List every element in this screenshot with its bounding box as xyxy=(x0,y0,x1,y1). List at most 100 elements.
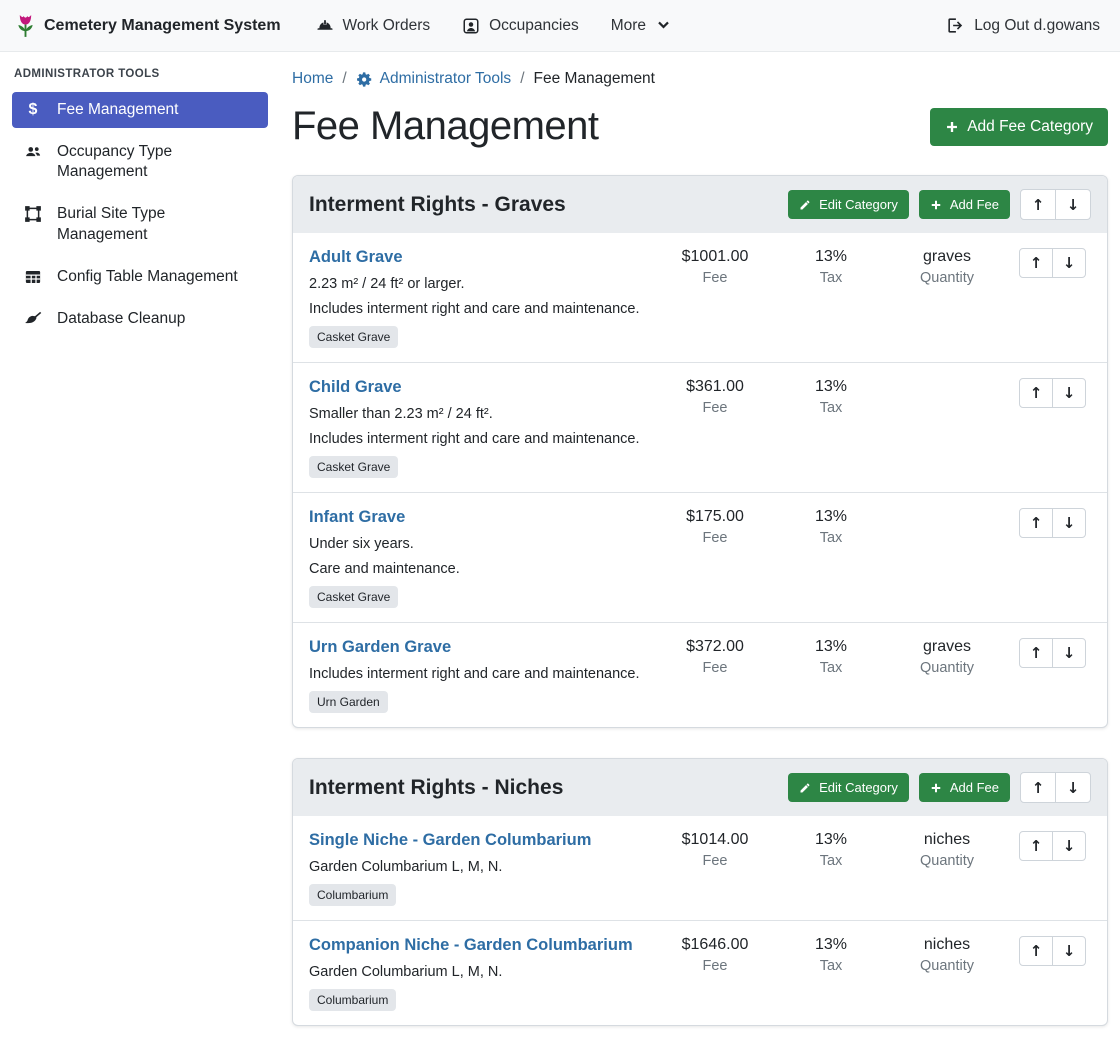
fee-amount-column: $1014.00 Fee xyxy=(657,831,773,869)
fee-name-link[interactable]: Infant Grave xyxy=(309,508,405,527)
nav-more[interactable]: More xyxy=(598,9,683,43)
category-header: Interment Rights - Niches Edit Category … xyxy=(293,759,1107,816)
fee-name-link[interactable]: Adult Grave xyxy=(309,248,403,267)
breadcrumb-separator: / xyxy=(520,70,524,88)
sidebar-item-fee-management[interactable]: $ Fee Management xyxy=(12,92,268,128)
arrow-up-icon: ↑ xyxy=(1030,514,1043,532)
arrow-down-icon: ↓ xyxy=(1063,514,1076,532)
arrow-down-icon: ↓ xyxy=(1067,196,1080,214)
fee-amount: $1001.00 xyxy=(657,248,773,266)
add-fee-button[interactable]: Add Fee xyxy=(919,190,1010,219)
edit-category-label: Edit Category xyxy=(819,197,898,212)
fee-name-link[interactable]: Single Niche - Garden Columbarium xyxy=(309,831,591,850)
edit-category-button[interactable]: Edit Category xyxy=(788,773,909,802)
table-icon xyxy=(22,268,44,286)
fee-quantity-column: niches Quantity xyxy=(889,831,1005,869)
arrow-up-icon: ↑ xyxy=(1030,254,1043,272)
fee-type-badge: Columbarium xyxy=(309,884,396,906)
move-fee-up-button[interactable]: ↑ xyxy=(1019,508,1053,538)
breadcrumb-separator: / xyxy=(342,70,346,88)
category-header: Interment Rights - Graves Edit Category … xyxy=(293,176,1107,233)
logout-button[interactable]: Log Out d.gowans xyxy=(942,8,1104,43)
breadcrumb-home-link[interactable]: Home xyxy=(292,70,333,88)
plus-icon xyxy=(930,782,942,794)
fee-row: Adult Grave 2.23 m² / 24 ft² or larger. … xyxy=(293,233,1107,362)
fee-tax: 13% xyxy=(773,638,889,656)
fee-type-badge: Casket Grave xyxy=(309,326,398,348)
add-fee-category-button[interactable]: Add Fee Category xyxy=(930,108,1108,146)
nav-work-orders-label: Work Orders xyxy=(343,17,431,35)
fee-amount: $361.00 xyxy=(657,378,773,396)
move-fee-up-button[interactable]: ↑ xyxy=(1019,831,1053,861)
move-fee-down-button[interactable]: ↓ xyxy=(1052,638,1086,668)
sidebar-item-label: Fee Management xyxy=(57,100,179,120)
edit-category-label: Edit Category xyxy=(819,780,898,795)
arrow-up-icon: ↑ xyxy=(1030,837,1043,855)
fee-row: Single Niche - Garden Columbarium Garden… xyxy=(293,816,1107,920)
fee-reorder-group: ↑ ↓ xyxy=(1019,508,1091,538)
fee-description: Smaller than 2.23 m² / 24 ft². xyxy=(309,406,649,422)
move-category-up-button[interactable]: ↑ xyxy=(1020,772,1056,803)
fee-amount-label: Fee xyxy=(657,400,773,416)
fee-quantity-label: Quantity xyxy=(889,660,1005,676)
fee-tax-column: 13% Tax xyxy=(773,638,889,676)
sidebar-item-burial-site-type-management[interactable]: Burial Site Type Management xyxy=(12,196,268,252)
move-fee-down-button[interactable]: ↓ xyxy=(1052,378,1086,408)
fee-tax-column: 13% Tax xyxy=(773,248,889,286)
breadcrumb-admin-tools-link[interactable]: Administrator Tools xyxy=(356,70,512,88)
dollar-icon: $ xyxy=(22,101,44,118)
fee-reorder-group: ↑ ↓ xyxy=(1019,936,1091,966)
fee-description: Under six years. xyxy=(309,536,649,552)
nav-occupancies[interactable]: Occupancies xyxy=(449,9,592,43)
sidebar-item-occupancy-type-management[interactable]: Occupancy Type Management xyxy=(12,134,268,190)
move-category-up-button[interactable]: ↑ xyxy=(1020,189,1056,220)
fee-amount-label: Fee xyxy=(657,660,773,676)
breadcrumb-current: Fee Management xyxy=(534,70,656,88)
fee-tax-column: 13% Tax xyxy=(773,508,889,546)
app-brand[interactable]: Cemetery Management System xyxy=(16,13,281,38)
fee-quantity-label: Quantity xyxy=(889,958,1005,974)
logout-label: Log Out d.gowans xyxy=(974,17,1100,35)
arrow-down-icon: ↓ xyxy=(1067,779,1080,797)
fee-tax: 13% xyxy=(773,831,889,849)
fee-name-link[interactable]: Urn Garden Grave xyxy=(309,638,451,657)
fee-tax: 13% xyxy=(773,508,889,526)
fee-type-badge: Casket Grave xyxy=(309,456,398,478)
move-fee-up-button[interactable]: ↑ xyxy=(1019,936,1053,966)
tulip-logo-icon xyxy=(16,13,35,38)
fee-description: Garden Columbarium L, M, N. xyxy=(309,859,649,875)
fee-row: Infant Grave Under six years. Care and m… xyxy=(293,492,1107,622)
fee-name-link[interactable]: Child Grave xyxy=(309,378,402,397)
add-fee-button[interactable]: Add Fee xyxy=(919,773,1010,802)
move-category-down-button[interactable]: ↓ xyxy=(1055,772,1091,803)
add-fee-label: Add Fee xyxy=(950,197,999,212)
sidebar-item-label: Occupancy Type Management xyxy=(57,142,258,182)
arrow-down-icon: ↓ xyxy=(1063,384,1076,402)
fee-amount-column: $175.00 Fee xyxy=(657,508,773,546)
admin-sidebar: ADMINISTRATOR TOOLS $ Fee Management Occ… xyxy=(0,52,280,343)
sidebar-item-config-table-management[interactable]: Config Table Management xyxy=(12,259,268,295)
fee-reorder-group: ↑ ↓ xyxy=(1019,831,1091,861)
fee-amount-column: $1001.00 Fee xyxy=(657,248,773,286)
move-fee-down-button[interactable]: ↓ xyxy=(1052,248,1086,278)
fee-amount: $372.00 xyxy=(657,638,773,656)
move-fee-up-button[interactable]: ↑ xyxy=(1019,248,1053,278)
main-content: Home / Administrator Tools / Fee Managem… xyxy=(280,52,1120,1056)
nav-work-orders[interactable]: Work Orders xyxy=(303,9,444,43)
move-fee-up-button[interactable]: ↑ xyxy=(1019,638,1053,668)
move-fee-down-button[interactable]: ↓ xyxy=(1052,508,1086,538)
move-fee-down-button[interactable]: ↓ xyxy=(1052,831,1086,861)
move-fee-down-button[interactable]: ↓ xyxy=(1052,936,1086,966)
move-category-down-button[interactable]: ↓ xyxy=(1055,189,1091,220)
plus-icon xyxy=(930,199,942,211)
edit-category-button[interactable]: Edit Category xyxy=(788,190,909,219)
move-fee-up-button[interactable]: ↑ xyxy=(1019,378,1053,408)
fee-amount-label: Fee xyxy=(657,530,773,546)
fee-description: 2.23 m² / 24 ft² or larger. xyxy=(309,276,649,292)
fee-description: Care and maintenance. xyxy=(309,561,649,577)
app-title: Cemetery Management System xyxy=(44,17,281,35)
sidebar-item-label: Burial Site Type Management xyxy=(57,204,258,244)
sidebar-item-database-cleanup[interactable]: Database Cleanup xyxy=(12,301,268,337)
fee-tax: 13% xyxy=(773,248,889,266)
fee-tax-label: Tax xyxy=(773,853,889,869)
